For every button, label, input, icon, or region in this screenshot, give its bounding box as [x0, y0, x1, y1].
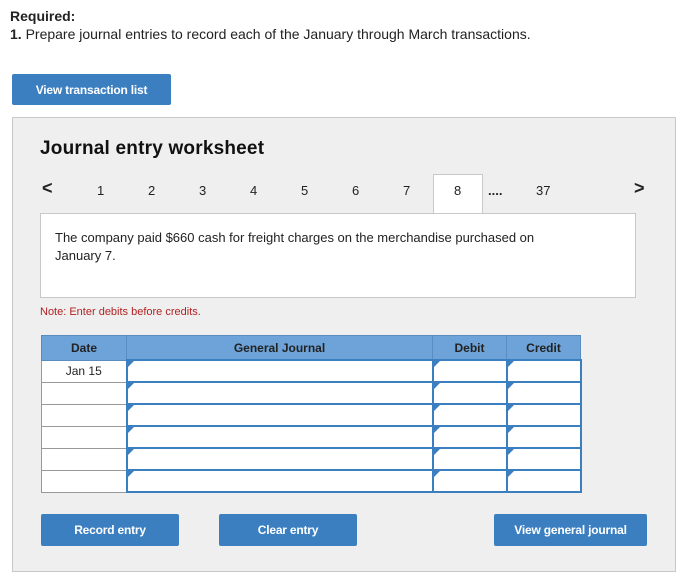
- date-cell: [41, 469, 127, 493]
- cell-marker-icon: [507, 471, 514, 477]
- cell-marker-icon: [127, 361, 134, 367]
- cell-marker-icon: [507, 361, 514, 367]
- page-8[interactable]: 8: [454, 183, 461, 198]
- cell-marker-icon: [127, 471, 134, 477]
- cell-marker-icon: [433, 361, 440, 367]
- table-row: [41, 403, 582, 427]
- page-3[interactable]: 3: [199, 183, 206, 198]
- cell-marker-icon: [433, 471, 440, 477]
- page-1[interactable]: 1: [97, 183, 104, 198]
- table-row: Jan 15: [41, 359, 582, 383]
- page-6[interactable]: 6: [352, 183, 359, 198]
- chevron-right-icon[interactable]: >: [634, 178, 645, 199]
- view-general-journal-button[interactable]: View general journal: [494, 514, 647, 546]
- page-5[interactable]: 5: [301, 183, 308, 198]
- debit-input[interactable]: [431, 447, 508, 471]
- page-37[interactable]: 37: [536, 183, 550, 198]
- account-input[interactable]: [125, 403, 434, 427]
- cell-marker-icon: [507, 449, 514, 455]
- cell-marker-icon: [507, 383, 514, 389]
- table-row: [41, 447, 582, 471]
- instruction-body: Prepare journal entries to record each o…: [21, 26, 531, 42]
- worksheet-title: Journal entry worksheet: [40, 138, 265, 159]
- cell-marker-icon: [433, 427, 440, 433]
- account-input[interactable]: [125, 447, 434, 471]
- credit-input[interactable]: [505, 425, 582, 449]
- debit-input[interactable]: [431, 403, 508, 427]
- record-entry-button[interactable]: Record entry: [41, 514, 179, 546]
- credit-input[interactable]: [505, 359, 582, 383]
- cell-marker-icon: [127, 383, 134, 389]
- account-input[interactable]: [125, 469, 434, 493]
- transaction-description: The company paid $660 cash for freight c…: [55, 230, 535, 263]
- credit-input[interactable]: [505, 469, 582, 493]
- cell-marker-icon: [127, 405, 134, 411]
- table-row: [41, 469, 582, 493]
- journal-header-row: Date General Journal Debit Credit: [41, 335, 581, 361]
- required-heading: Required:: [10, 8, 76, 24]
- credit-input[interactable]: [505, 447, 582, 471]
- debits-note: Note: Enter debits before credits.: [40, 306, 201, 318]
- date-cell: [41, 447, 127, 471]
- page-2[interactable]: 2: [148, 183, 155, 198]
- table-row: [41, 425, 582, 449]
- page-ellipsis: ....: [488, 183, 503, 198]
- cell-marker-icon: [433, 383, 440, 389]
- cell-marker-icon: [127, 449, 134, 455]
- credit-column-header: Credit: [506, 335, 581, 361]
- cell-marker-icon: [433, 405, 440, 411]
- instruction-text: 1. Prepare journal entries to record eac…: [10, 26, 531, 42]
- table-row: [41, 381, 582, 405]
- page-4[interactable]: 4: [250, 183, 257, 198]
- debit-input[interactable]: [431, 381, 508, 405]
- page-7[interactable]: 7: [403, 183, 410, 198]
- date-column-header: Date: [41, 335, 127, 361]
- debit-input[interactable]: [431, 425, 508, 449]
- date-cell: Jan 15: [41, 359, 127, 383]
- credit-input[interactable]: [505, 381, 582, 405]
- chevron-left-icon[interactable]: <: [42, 178, 53, 199]
- instruction-number: 1.: [10, 26, 22, 42]
- cell-marker-icon: [127, 427, 134, 433]
- account-input[interactable]: [125, 425, 434, 449]
- credit-input[interactable]: [505, 403, 582, 427]
- journal-entry-table: Date General Journal Debit Credit Jan 15: [41, 335, 582, 493]
- account-input[interactable]: [125, 381, 434, 405]
- general-journal-column-header: General Journal: [126, 335, 433, 361]
- cell-marker-icon: [507, 427, 514, 433]
- account-input[interactable]: [125, 359, 434, 383]
- date-cell: [41, 381, 127, 405]
- cell-marker-icon: [433, 449, 440, 455]
- cell-marker-icon: [507, 405, 514, 411]
- clear-entry-button[interactable]: Clear entry: [219, 514, 357, 546]
- date-cell: [41, 425, 127, 449]
- date-cell: [41, 403, 127, 427]
- debit-input[interactable]: [431, 469, 508, 493]
- debit-input[interactable]: [431, 359, 508, 383]
- debit-column-header: Debit: [432, 335, 507, 361]
- view-transaction-list-button[interactable]: View transaction list: [12, 74, 171, 105]
